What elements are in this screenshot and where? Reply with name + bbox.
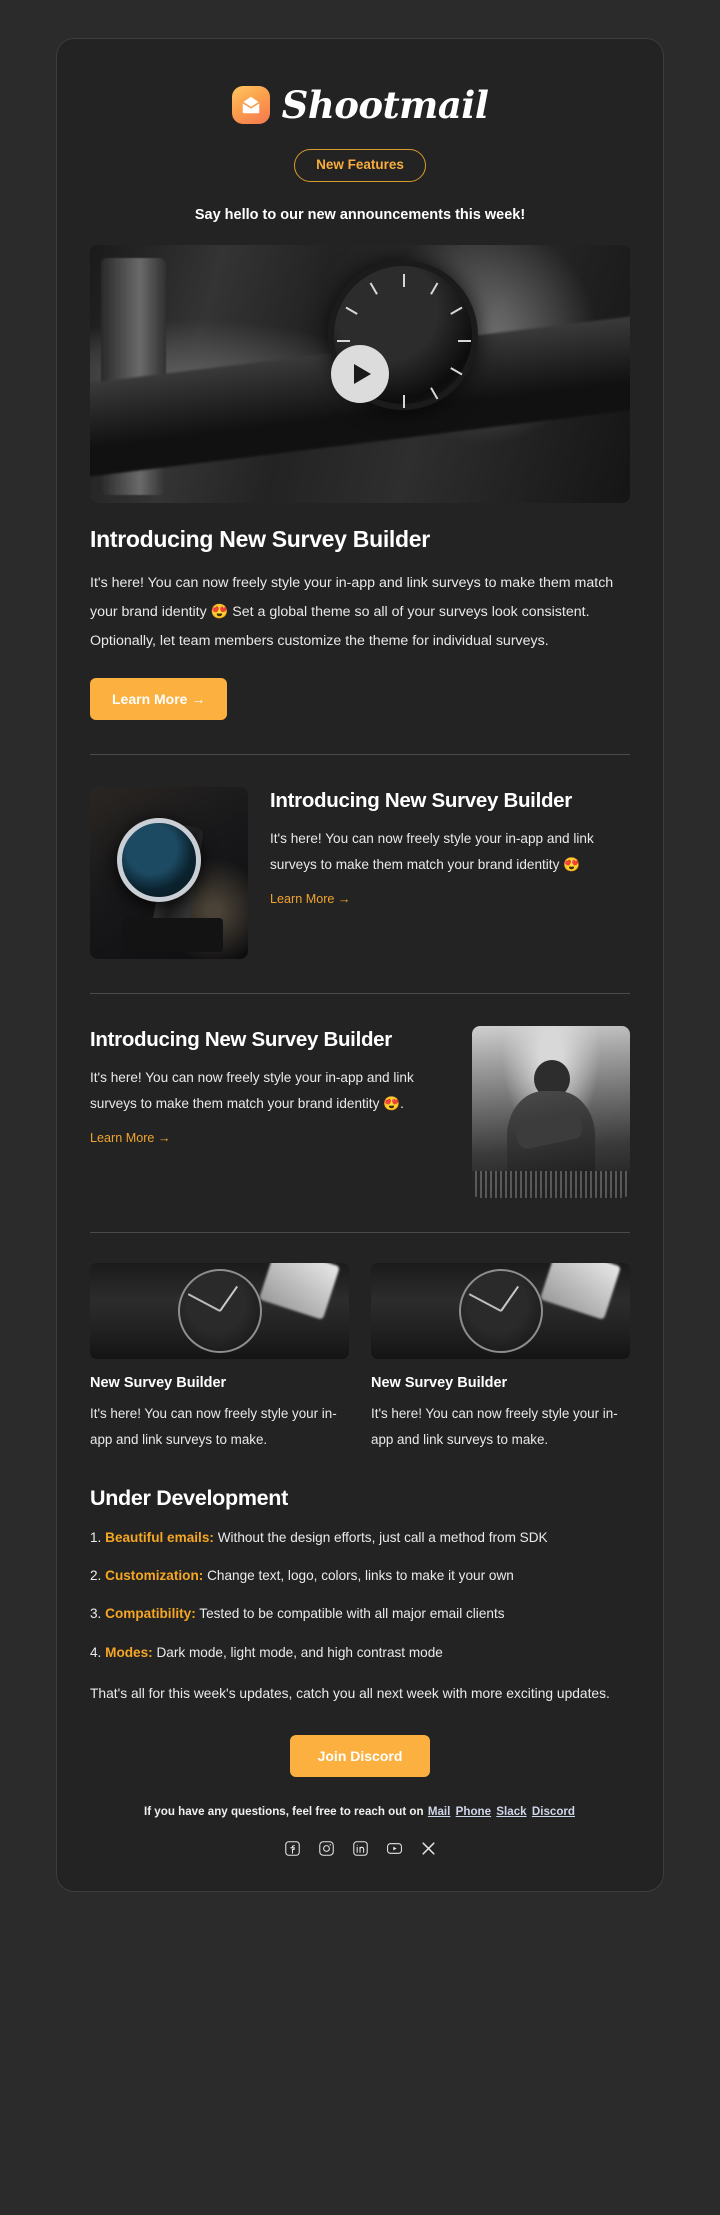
brand-header: Shootmail bbox=[90, 83, 630, 127]
divider bbox=[90, 754, 630, 756]
outro-text: That's all for this week's updates, catc… bbox=[90, 1685, 610, 1701]
list-keyword: Customization: bbox=[105, 1568, 204, 1584]
under-development-list: 1. Beautiful emails: Without the design … bbox=[90, 1527, 630, 1662]
card-grid: New Survey Builder It's here! You can no… bbox=[90, 1263, 630, 1453]
hero-video-thumbnail[interactable] bbox=[90, 244, 630, 503]
feature-main-body: It's here! You can now freely style your… bbox=[90, 574, 614, 649]
linkedin-icon[interactable] bbox=[352, 1840, 369, 1857]
list-text: Tested to be compatible with all major e… bbox=[199, 1606, 505, 1622]
envelope-icon bbox=[231, 86, 270, 124]
social-links bbox=[90, 1840, 630, 1857]
card-title: New Survey Builder bbox=[371, 1375, 508, 1392]
feature-right-title: Introducing New Survey Builder bbox=[90, 1028, 392, 1052]
list-keyword: Modes: bbox=[105, 1644, 153, 1660]
list-number: 1. bbox=[90, 1530, 102, 1546]
list-number: 2. bbox=[90, 1568, 102, 1584]
footer-link-mail[interactable]: Mail bbox=[428, 1805, 451, 1818]
list-item: 2. Customization: Change text, logo, col… bbox=[90, 1565, 630, 1586]
divider bbox=[90, 993, 630, 995]
tagline: Say hello to our new announcements this … bbox=[194, 206, 526, 223]
list-keyword: Beautiful emails: bbox=[105, 1530, 214, 1546]
footer-note: If you have any questions, feel free to … bbox=[90, 1805, 630, 1818]
feature-left-body: It's here! You can now freely style your… bbox=[270, 830, 594, 873]
learn-more-link[interactable]: Learn More → bbox=[90, 1131, 171, 1145]
list-item: 4. Modes: Dark mode, light mode, and hig… bbox=[90, 1642, 630, 1663]
instagram-icon[interactable] bbox=[318, 1840, 335, 1857]
under-development-title: Under Development bbox=[90, 1486, 288, 1511]
card-title: New Survey Builder bbox=[90, 1375, 227, 1392]
youtube-icon[interactable] bbox=[386, 1840, 403, 1857]
feature-right-body: It's here! You can now freely style your… bbox=[90, 1069, 414, 1112]
list-item: 1. Beautiful emails: Without the design … bbox=[90, 1527, 630, 1548]
discord-row: Join Discord bbox=[90, 1735, 630, 1778]
card-image bbox=[371, 1263, 630, 1360]
list-text: Change text, logo, colors, links to make… bbox=[207, 1568, 514, 1584]
list-item: New Survey Builder It's here! You can no… bbox=[371, 1263, 630, 1453]
footer-link-phone[interactable]: Phone bbox=[456, 1805, 491, 1818]
card-body: It's here! You can now freely style your… bbox=[371, 1406, 618, 1448]
footer-link-slack[interactable]: Slack bbox=[496, 1805, 526, 1818]
feature-thumbnail-left bbox=[90, 787, 248, 960]
list-item: New Survey Builder It's here! You can no… bbox=[90, 1263, 349, 1453]
email-card: Shootmail New Features Say hello to our … bbox=[56, 38, 664, 1893]
feature-row-right-image: Introducing New Survey Builder It's here… bbox=[90, 1026, 630, 1199]
divider bbox=[90, 1232, 630, 1234]
feature-left-title: Introducing New Survey Builder bbox=[270, 789, 572, 813]
status-badge: New Features bbox=[294, 149, 426, 182]
card-image bbox=[90, 1263, 349, 1360]
list-text: Without the design efforts, just call a … bbox=[217, 1530, 548, 1546]
footer-link-discord[interactable]: Discord bbox=[532, 1805, 575, 1818]
join-discord-button[interactable]: Join Discord bbox=[289, 1735, 431, 1778]
x-icon[interactable] bbox=[420, 1840, 437, 1857]
list-keyword: Compatibility: bbox=[105, 1606, 196, 1622]
card-body: It's here! You can now freely style your… bbox=[90, 1406, 337, 1448]
list-number: 4. bbox=[90, 1644, 102, 1660]
feature-row-left-image: Introducing New Survey Builder It's here… bbox=[90, 787, 630, 960]
list-number: 3. bbox=[90, 1606, 102, 1622]
list-item: 3. Compatibility: Tested to be compatibl… bbox=[90, 1603, 630, 1624]
badge-row: New Features bbox=[90, 149, 630, 182]
footer-note-prefix: If you have any questions, feel free to … bbox=[143, 1805, 424, 1819]
list-text: Dark mode, light mode, and high contrast… bbox=[156, 1644, 443, 1660]
learn-more-link[interactable]: Learn More → bbox=[270, 892, 351, 906]
page-title: Introducing New Survey Builder bbox=[90, 525, 430, 552]
brand-name: Shootmail bbox=[281, 83, 489, 127]
learn-more-button[interactable]: Learn More → bbox=[90, 678, 228, 721]
facebook-icon[interactable] bbox=[284, 1840, 301, 1857]
feature-thumbnail-right bbox=[472, 1026, 630, 1199]
play-icon[interactable] bbox=[331, 344, 389, 403]
